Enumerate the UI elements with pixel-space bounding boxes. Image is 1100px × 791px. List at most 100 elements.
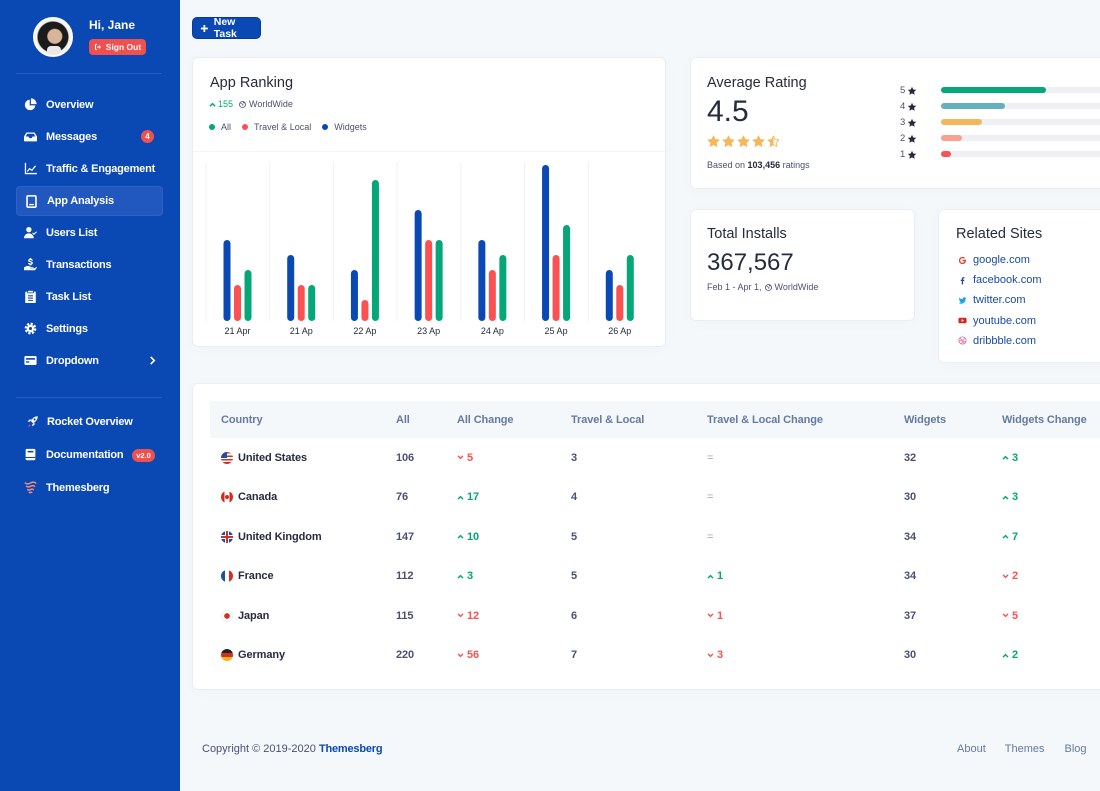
sidebar-item-app-analysis[interactable]: App Analysis — [16, 186, 163, 216]
table-header-widgets[interactable]: Widgets — [893, 401, 991, 438]
flag-fr-icon — [221, 570, 233, 583]
sidebar-item-users-list[interactable]: Users List — [16, 218, 163, 248]
bar-travel-local-21-ap[interactable] — [297, 285, 305, 321]
average-rating-title: Average Rating — [707, 75, 807, 91]
footer-brand-link[interactable]: Themesberg — [319, 743, 383, 755]
bar-widgets-21-ap[interactable] — [287, 255, 295, 321]
bar-all-26-ap[interactable] — [626, 255, 634, 321]
bar-widgets-24-ap[interactable] — [478, 240, 486, 321]
cell-all-change: 56 — [446, 636, 560, 676]
chart-legend: All Travel & Local Widgets — [209, 122, 378, 132]
bar-all-22-ap[interactable] — [371, 180, 379, 321]
chevron-up-icon — [1002, 455, 1009, 460]
cell-all: 115 — [396, 609, 414, 622]
table-header-country[interactable]: Country — [210, 401, 385, 438]
bar-all-23-ap[interactable] — [435, 240, 443, 321]
rating-row-2-stars: 2 — [900, 132, 1100, 148]
table-header-all[interactable]: All — [385, 401, 446, 438]
footer-link-blog[interactable]: Blog — [1065, 743, 1087, 755]
youtube-icon — [958, 316, 967, 325]
bar-all-21-ap[interactable] — [308, 285, 316, 321]
legend-label: Travel & Local — [254, 122, 312, 132]
chevron-up-icon — [457, 574, 464, 579]
user-greeting: Hi, Jane — [89, 18, 136, 32]
site-link-youtube[interactable]: youtube.com — [958, 311, 1041, 331]
bar-all-24-ap[interactable] — [499, 255, 507, 321]
total-installs-period: Feb 1 - Apr 1, WorldWide — [707, 281, 818, 293]
bar-widgets-21-apr[interactable] — [223, 240, 231, 321]
bar-all-21-apr[interactable] — [244, 270, 252, 321]
rating-progress-fill — [941, 103, 1005, 109]
site-link-twitter[interactable]: twitter.com — [958, 290, 1041, 310]
change-value: 2 — [1012, 570, 1019, 583]
x-tick-label: 21 Apr — [224, 326, 250, 336]
sidebar-nav: Overview Messages 4 Traffic & Engagement… — [16, 90, 163, 378]
ratings-count: 103,456 — [747, 160, 781, 170]
legend-dot — [242, 124, 249, 130]
new-task-button[interactable]: New Task — [192, 16, 261, 40]
legend-item-travel-local: Travel & Local — [242, 122, 311, 132]
sidebar-item-label: Themesberg — [46, 482, 110, 494]
change-indicator-down: 5 — [457, 452, 560, 464]
bar-travel-local-21-apr[interactable] — [234, 285, 241, 321]
avatar[interactable] — [33, 17, 73, 57]
chevron-right-icon[interactable] — [148, 356, 157, 365]
cell-all-change: 5 — [446, 438, 560, 478]
change-indicator-up: 7 — [1002, 531, 1100, 543]
sidebar-item-task-list[interactable]: Task List — [16, 282, 163, 312]
window-icon — [24, 354, 37, 367]
tablet-icon — [25, 195, 38, 208]
sidebar-item-settings[interactable]: Settings — [16, 314, 163, 344]
site-link-dribbble[interactable]: dribbble.com — [958, 331, 1041, 351]
bar-travel-local-25-ap[interactable] — [552, 255, 560, 321]
table-header-all-change[interactable]: All Change — [446, 401, 560, 438]
sidebar-item-themesberg[interactable]: Themesberg — [16, 473, 163, 503]
bar-travel-local-22-ap[interactable] — [361, 300, 369, 321]
footer-link-themes[interactable]: Themes — [1005, 743, 1045, 755]
sidebar-item-messages[interactable]: Messages 4 — [16, 122, 163, 152]
sidebar-item-label: Messages — [46, 131, 97, 143]
sidebar-item-overview[interactable]: Overview — [16, 90, 163, 120]
table-header-widgets-change[interactable]: Widgets Change — [991, 401, 1100, 438]
related-sites-title: Related Sites — [956, 226, 1043, 242]
table-header-travel-local-change[interactable]: Travel & Local Change — [696, 401, 893, 438]
bar-widgets-23-ap[interactable] — [414, 210, 422, 321]
bar-travel-local-26-ap[interactable] — [616, 285, 624, 321]
sidebar-item-transactions[interactable]: Transactions — [16, 250, 163, 280]
cell-widgets: 37 — [904, 609, 917, 622]
installs-period: Feb 1 - Apr 1, — [707, 282, 762, 292]
bar-travel-local-23-ap[interactable] — [425, 240, 433, 321]
average-rating-card: Average Rating 4.5 Based on 103,456 rati… — [690, 57, 1100, 189]
bar-widgets-26-ap[interactable] — [605, 270, 613, 321]
footer-links: About Themes Blog — [957, 743, 1087, 755]
rating-stars-count: 4 — [900, 101, 906, 112]
dribbble-icon — [958, 336, 967, 345]
bar-widgets-22-ap[interactable] — [350, 270, 358, 321]
sidebar-item-dropdown[interactable]: Dropdown — [16, 346, 163, 376]
site-link-facebook[interactable]: facebook.com — [958, 270, 1041, 290]
bar-all-25-ap[interactable] — [563, 225, 571, 321]
flag-jp-icon — [221, 609, 233, 622]
chart-line-icon — [24, 162, 37, 175]
sidebar-item-label: Transactions — [46, 259, 112, 271]
change-value: 3 — [717, 649, 724, 662]
sidebar-item-rocket-overview[interactable]: Rocket Overview — [16, 407, 163, 437]
rating-progress-track — [941, 135, 1100, 141]
star-icon — [908, 102, 917, 111]
sign-out-button[interactable]: Sign Out — [89, 39, 146, 55]
chevron-up-icon — [1002, 534, 1009, 539]
sidebar-item-label: App Analysis — [47, 195, 114, 207]
sidebar-item-documentation[interactable]: Documentation v2.0 — [16, 440, 163, 470]
site-link-google[interactable]: google.com — [958, 250, 1041, 270]
copyright-text: Copyright © 2019-2020 — [202, 743, 316, 755]
footer-link-about[interactable]: About — [957, 743, 986, 755]
cell-travel-local: 6 — [571, 609, 578, 622]
cell-widgets-change: 2 — [991, 636, 1100, 676]
cell-widgets-change: 5 — [991, 596, 1100, 636]
bar-widgets-25-ap[interactable] — [542, 165, 550, 321]
table-header-travel-local[interactable]: Travel & Local — [560, 401, 696, 438]
chevron-down-icon — [457, 613, 464, 618]
bar-travel-local-24-ap[interactable] — [488, 270, 496, 321]
x-tick-label: 25 Ap — [545, 326, 568, 336]
sidebar-item-traffic-engagement[interactable]: Traffic & Engagement — [16, 154, 163, 184]
